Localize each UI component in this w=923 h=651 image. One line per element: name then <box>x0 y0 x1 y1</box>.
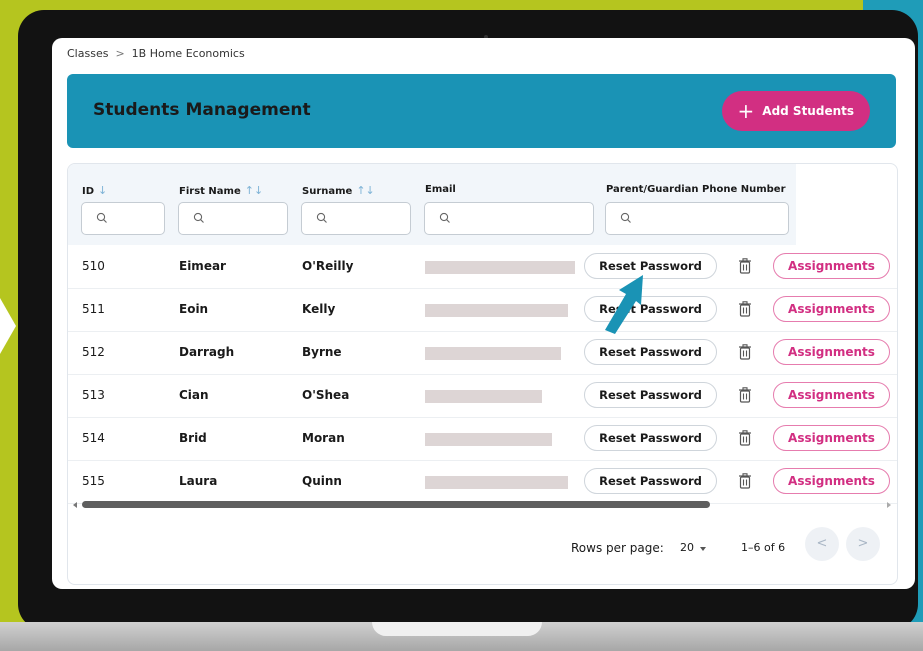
trash-icon[interactable] <box>738 473 752 489</box>
email-redacted <box>425 433 552 446</box>
cell-first-name: Eimear <box>179 259 226 273</box>
cell-first-name: Brid <box>179 431 207 445</box>
reset-password-button[interactable]: Reset Password <box>584 382 717 408</box>
column-header-first-name[interactable]: First Name ↑↓ <box>179 184 263 197</box>
cell-surname: O'Shea <box>302 388 350 402</box>
trash-icon[interactable] <box>738 430 752 446</box>
filter-input-phone[interactable] <box>605 202 789 235</box>
trash-icon[interactable] <box>738 301 752 317</box>
app-screen: Classes >1B Home Economics Students Manag… <box>52 38 915 589</box>
cell-surname: Byrne <box>302 345 342 359</box>
column-header-surname[interactable]: Surname ↑↓ <box>302 184 375 197</box>
search-icon <box>316 212 327 223</box>
table-row: 511 Eoin Kelly Reset Password Assignment… <box>68 288 897 332</box>
plus-icon: + <box>737 99 755 123</box>
assignments-button[interactable]: Assignments <box>773 425 890 451</box>
reset-password-button[interactable]: Reset Password <box>584 425 717 451</box>
assignments-button[interactable]: Assignments <box>773 382 890 408</box>
table-header: ID ↓ First Name ↑↓ Surname ↑↓ Email Parent/… <box>68 164 796 245</box>
add-students-label: Add Students <box>762 104 854 118</box>
column-header-phone[interactable]: Parent/Guardian Phone Number <box>606 184 786 195</box>
sort-desc-icon[interactable]: ↓ <box>98 184 107 197</box>
assignments-button[interactable]: Assignments <box>773 253 890 279</box>
laptop-frame: Classes >1B Home Economics Students Manag… <box>18 10 918 630</box>
email-redacted <box>425 476 568 489</box>
email-redacted <box>425 347 561 360</box>
assignments-button[interactable]: Assignments <box>773 339 890 365</box>
sort-icon[interactable]: ↑↓ <box>356 184 374 197</box>
add-students-button[interactable]: + Add Students <box>721 91 870 131</box>
reset-password-button[interactable]: Reset Password <box>584 468 717 494</box>
breadcrumb: Classes >1B Home Economics <box>67 47 245 60</box>
column-header-email[interactable]: Email <box>425 184 456 195</box>
breadcrumb-current: 1B Home Economics <box>131 47 245 60</box>
search-icon <box>96 212 107 223</box>
cell-first-name: Cian <box>179 388 209 402</box>
cell-first-name: Laura <box>179 474 218 488</box>
cell-id: 510 <box>82 259 105 273</box>
page-header-banner: Students Management + Add Students <box>67 74 896 148</box>
pointer-arrow-icon <box>605 275 643 334</box>
table-row: 513 Cian O'Shea Reset Password Assignmen… <box>68 374 897 418</box>
filter-input-id[interactable] <box>81 202 165 235</box>
search-icon <box>439 212 450 223</box>
previous-page-button[interactable]: < <box>805 527 839 561</box>
trash-icon[interactable] <box>738 387 752 403</box>
column-header-id[interactable]: ID ↓ <box>82 184 107 197</box>
table-row: 510 Eimear O'Reilly Reset Password Assig… <box>68 245 897 289</box>
filter-input-first-name[interactable] <box>178 202 288 235</box>
trash-icon[interactable] <box>738 258 752 274</box>
cell-id: 515 <box>82 474 105 488</box>
breadcrumb-separator: > <box>115 47 125 60</box>
filter-input-surname[interactable] <box>301 202 411 235</box>
cell-first-name: Eoin <box>179 302 209 316</box>
cell-id: 514 <box>82 431 105 445</box>
scroll-right-arrow-icon[interactable] <box>887 502 891 508</box>
cell-surname: O'Reilly <box>302 259 354 273</box>
search-icon <box>620 212 631 223</box>
background-arrow <box>0 298 16 354</box>
cell-id: 513 <box>82 388 105 402</box>
laptop-notch <box>372 622 542 636</box>
horizontal-scrollbar[interactable] <box>73 500 891 510</box>
cell-id: 512 <box>82 345 105 359</box>
scrollbar-thumb[interactable] <box>82 501 710 508</box>
scroll-left-arrow-icon[interactable] <box>73 502 77 508</box>
email-redacted <box>425 390 542 403</box>
filter-input-email[interactable] <box>424 202 594 235</box>
chevron-down-icon[interactable] <box>700 547 706 551</box>
rows-per-page-label: Rows per page: <box>571 541 664 555</box>
table-row: 512 Darragh Byrne Reset Password Assignm… <box>68 331 897 375</box>
email-redacted <box>425 304 568 317</box>
next-page-button[interactable]: > <box>846 527 880 561</box>
trash-icon[interactable] <box>738 344 752 360</box>
cell-surname: Moran <box>302 431 345 445</box>
sort-icon[interactable]: ↑↓ <box>245 184 263 197</box>
table-row: 514 Brid Moran Reset Password Assignment… <box>68 417 897 461</box>
reset-password-button[interactable]: Reset Password <box>584 339 717 365</box>
assignments-button[interactable]: Assignments <box>773 296 890 322</box>
cell-first-name: Darragh <box>179 345 235 359</box>
table-row: 515 Laura Quinn Reset Password Assignmen… <box>68 460 897 504</box>
students-table: ID ↓ First Name ↑↓ Surname ↑↓ Email Parent/… <box>67 163 898 585</box>
email-redacted <box>425 261 575 274</box>
cell-surname: Kelly <box>302 302 336 316</box>
page-title: Students Management <box>93 100 311 120</box>
cell-id: 511 <box>82 302 105 316</box>
cell-surname: Quinn <box>302 474 342 488</box>
pagination-range: 1–6 of 6 <box>741 541 786 554</box>
assignments-button[interactable]: Assignments <box>773 468 890 494</box>
breadcrumb-classes[interactable]: Classes <box>67 47 108 60</box>
search-icon <box>193 212 204 223</box>
rows-per-page-select[interactable]: 20 <box>680 541 694 554</box>
